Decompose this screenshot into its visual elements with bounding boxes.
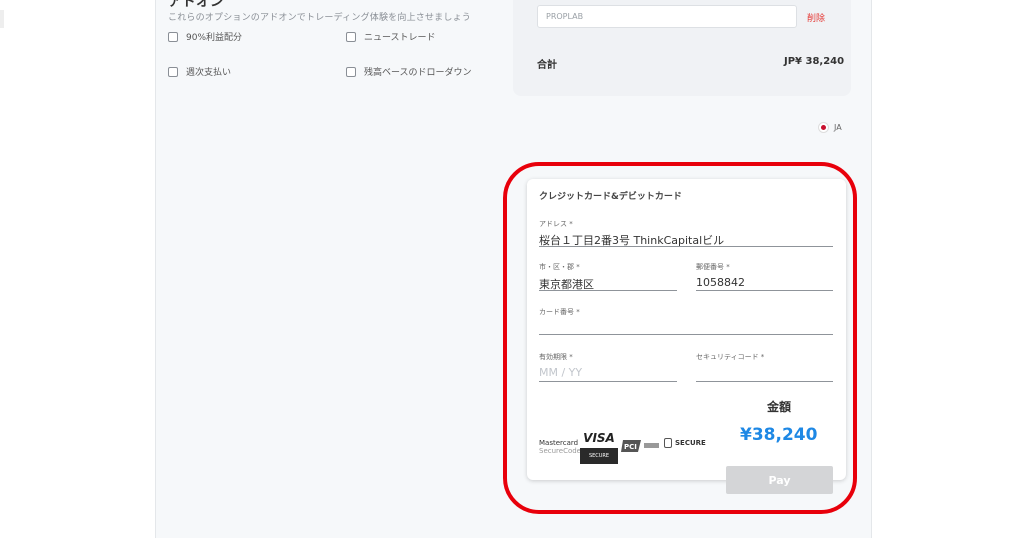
language-code: JA bbox=[834, 123, 842, 132]
card-number-label: カード番号 * bbox=[539, 308, 580, 316]
addon-label: ニューストレード bbox=[364, 33, 436, 43]
expiry-label: 有効期限 * bbox=[539, 353, 573, 361]
addon-profit-split-checkbox[interactable]: 90%利益配分 bbox=[168, 30, 242, 43]
expiry-input[interactable]: MM / YY bbox=[539, 366, 582, 379]
payment-method-title: クレジットカード&デビットカード bbox=[539, 192, 682, 202]
secure-badge-logo: SECURE bbox=[664, 438, 706, 448]
pay-button[interactable]: Pay bbox=[726, 466, 833, 494]
cvc-input[interactable] bbox=[696, 366, 833, 380]
japan-flag-icon bbox=[818, 122, 829, 133]
cvc-underline bbox=[696, 381, 833, 382]
addon-label: 週次支払い bbox=[186, 68, 232, 78]
highlight-annotation-outline bbox=[503, 162, 857, 514]
address-underline bbox=[539, 246, 833, 247]
pci-text: PCI bbox=[624, 443, 637, 451]
total-label: 合計 bbox=[537, 60, 557, 71]
addon-label: 残高ベースのドローダウン bbox=[364, 68, 472, 78]
checkbox-box[interactable] bbox=[168, 31, 178, 42]
visa-secure-text: SECURE bbox=[580, 448, 618, 464]
page-edge-mark bbox=[0, 10, 4, 28]
language-selector[interactable]: JA bbox=[818, 122, 842, 133]
checkbox-box[interactable] bbox=[346, 66, 356, 77]
total-value: JP¥ 38,240 bbox=[784, 56, 845, 67]
visa-text: VISA bbox=[583, 431, 615, 445]
card-number-underline bbox=[539, 334, 833, 335]
pci-dss-logo: PCI bbox=[621, 440, 659, 452]
visa-secure-logo: VISA SECURE bbox=[580, 431, 618, 464]
remove-coupon-link[interactable]: 削除 bbox=[807, 11, 825, 24]
addon-news-trade-checkbox[interactable]: ニューストレード bbox=[346, 30, 436, 43]
addon-balance-drawdown-checkbox[interactable]: 残高ベースのドローダウン bbox=[346, 65, 472, 78]
amount-label: 金額 bbox=[767, 400, 792, 414]
addon-weekly-payout-checkbox[interactable]: 週次支払い bbox=[168, 65, 231, 78]
amount-value: ¥38,240 bbox=[740, 425, 818, 445]
checkout-page: アドオン これらのオプションのアドオンでトレーディング体験を向上させましょう 9… bbox=[0, 0, 1024, 538]
postal-input[interactable]: 1058842 bbox=[696, 276, 745, 289]
card-number-input[interactable] bbox=[539, 320, 833, 334]
postal-label: 郵便番号 * bbox=[696, 263, 730, 271]
postal-underline bbox=[696, 290, 833, 291]
addons-subtitle: これらのオプションのアドオンでトレーディング体験を向上させましょう bbox=[168, 13, 471, 23]
addon-label: 90%利益配分 bbox=[186, 33, 243, 43]
checkbox-box[interactable] bbox=[346, 31, 356, 42]
secure-text: SECURE bbox=[675, 439, 706, 447]
mastercard-text: Mastercard bbox=[539, 439, 579, 447]
expiry-underline bbox=[539, 381, 677, 382]
city-underline bbox=[539, 290, 677, 291]
securecode-text: SecureCode bbox=[539, 447, 581, 455]
coupon-input[interactable]: PROPLAB bbox=[537, 5, 797, 28]
lock-icon bbox=[664, 438, 672, 448]
cvc-label: セキュリティコード * bbox=[696, 353, 765, 361]
checkbox-box[interactable] bbox=[168, 66, 178, 77]
address-label: アドレス * bbox=[539, 220, 573, 228]
city-label: 市・区・郡 * bbox=[539, 263, 580, 271]
mastercard-securecode-logo: Mastercard SecureCode bbox=[539, 439, 581, 455]
